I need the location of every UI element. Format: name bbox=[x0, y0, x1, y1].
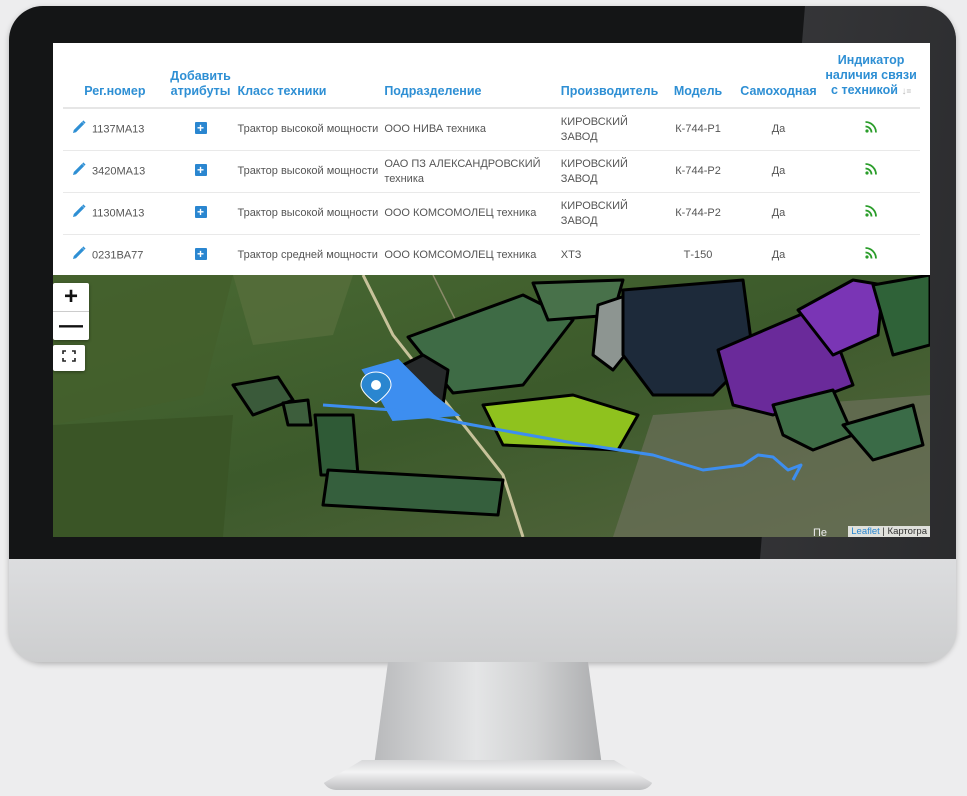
header-division[interactable]: Подразделение bbox=[381, 53, 558, 109]
vehicle-class: Трактор высокой мощности bbox=[234, 192, 382, 235]
satellite-map[interactable] bbox=[53, 273, 930, 537]
vehicle-class: Трактор высокой мощности bbox=[234, 108, 382, 151]
reg-number: 1137MA13 bbox=[92, 123, 145, 136]
field-polygon[interactable] bbox=[281, 398, 313, 427]
monitor-chin bbox=[9, 559, 956, 662]
zoom-out-button[interactable]: — bbox=[53, 312, 89, 340]
reg-number: 1130MA13 bbox=[92, 207, 145, 220]
signal-rss-icon bbox=[865, 121, 877, 138]
division: ООО НИВА техника bbox=[381, 108, 558, 151]
header-add-attributes[interactable]: Добавить атрибуты bbox=[166, 53, 235, 109]
zoom-in-button[interactable]: + bbox=[53, 283, 89, 312]
monitor-stand-neck bbox=[374, 662, 602, 766]
header-indicator-line3: с техникой bbox=[831, 83, 898, 97]
monitor-stand-base bbox=[322, 760, 654, 790]
reg-number: 3420MA13 bbox=[92, 165, 146, 178]
division: ООО КОМСОМОЛЕЦ техника bbox=[381, 192, 558, 235]
add-attribute-plus-icon[interactable]: + bbox=[194, 164, 207, 176]
header-connection-indicator[interactable]: Индикатор наличия связи с техникой ↓= bbox=[822, 53, 920, 109]
model: К-744-Р2 bbox=[661, 192, 735, 235]
zoom-control: + — bbox=[53, 283, 89, 340]
vehicle-class: Трактор высокой мощности bbox=[234, 150, 382, 193]
edit-pencil-icon[interactable] bbox=[72, 204, 86, 223]
vehicles-table: Рег.номер Добавить атрибуты Класс техники… bbox=[63, 53, 920, 277]
fullscreen-button[interactable] bbox=[53, 345, 85, 371]
header-vehicle-class[interactable]: Класс техники bbox=[234, 53, 382, 109]
signal-rss-icon bbox=[865, 247, 877, 264]
sort-icon[interactable]: ↓= bbox=[901, 86, 911, 97]
header-model[interactable]: Модель bbox=[661, 53, 735, 109]
signal-rss-icon bbox=[865, 163, 877, 180]
add-attribute-plus-icon[interactable]: + bbox=[194, 206, 207, 218]
division: ОАО ПЗ АЛЕКСАНДРОВСКИЙ техника bbox=[381, 150, 558, 193]
header-indicator-line2: наличия связи bbox=[825, 68, 917, 82]
edit-pencil-icon[interactable] bbox=[72, 246, 86, 265]
manufacturer: КИРОВСКИЙ ЗАВОД bbox=[557, 192, 662, 235]
map-place-label: Пе bbox=[813, 527, 828, 537]
table-row[interactable]: 3420MA13 + Трактор высокой мощности ОАО … bbox=[63, 150, 920, 193]
self-propelled: Да bbox=[734, 150, 823, 193]
header-self-propelled[interactable]: Самоходная bbox=[734, 53, 823, 109]
add-attribute-plus-icon[interactable]: + bbox=[194, 248, 207, 260]
add-attribute-plus-icon[interactable]: + bbox=[194, 122, 207, 134]
table-row[interactable]: 1130MA13 + Трактор высокой мощности ООО … bbox=[63, 192, 920, 235]
header-manufacturer[interactable]: Производитель bbox=[557, 53, 662, 109]
vehicles-table-panel: Рег.номер Добавить атрибуты Класс техники… bbox=[53, 43, 930, 277]
self-propelled: Да bbox=[734, 192, 823, 235]
edit-pencil-icon[interactable] bbox=[72, 162, 86, 181]
field-polygon[interactable] bbox=[313, 413, 360, 477]
header-indicator-line1: Индикатор bbox=[837, 53, 905, 67]
header-add-line2: атрибуты bbox=[170, 84, 231, 98]
self-propelled: Да bbox=[734, 234, 823, 277]
signal-rss-icon bbox=[865, 205, 877, 222]
terrain-patch bbox=[53, 415, 233, 537]
edit-pencil-icon[interactable] bbox=[72, 120, 86, 139]
table-header-row: Рег.номер Добавить атрибуты Класс техники… bbox=[63, 53, 920, 109]
model: К-744-Р2 bbox=[661, 150, 735, 193]
leaflet-link[interactable]: Leaflet bbox=[851, 526, 880, 537]
table-row[interactable]: 0231BA77 + Трактор средней мощности ООО … bbox=[63, 234, 920, 277]
table-row[interactable]: 1137MA13 + Трактор высокой мощности ООО … bbox=[63, 108, 920, 151]
reg-number: 0231BA77 bbox=[92, 249, 144, 262]
screen: Рег.номер Добавить атрибуты Класс техники… bbox=[53, 43, 930, 537]
vehicle-class: Трактор средней мощности bbox=[234, 234, 382, 277]
map-view[interactable]: + — Пе Leaflet | Картогра bbox=[53, 273, 930, 537]
attribution-text: | Картогра bbox=[879, 526, 927, 537]
header-reg-number[interactable]: Рег.номер bbox=[63, 53, 167, 109]
map-attribution: Leaflet | Картогра bbox=[848, 526, 930, 537]
model: Т-150 bbox=[661, 234, 735, 277]
division: ООО КОМСОМОЛЕЦ техника bbox=[381, 234, 558, 277]
manufacturer: КИРОВСКИЙ ЗАВОД bbox=[557, 150, 662, 193]
self-propelled: Да bbox=[734, 108, 823, 151]
model: К-744-Р1 bbox=[661, 108, 735, 151]
manufacturer: КИРОВСКИЙ ЗАВОД bbox=[557, 108, 662, 151]
manufacturer: ХТЗ bbox=[557, 234, 662, 277]
header-add-line1: Добавить bbox=[170, 69, 231, 83]
fullscreen-icon bbox=[62, 349, 76, 367]
